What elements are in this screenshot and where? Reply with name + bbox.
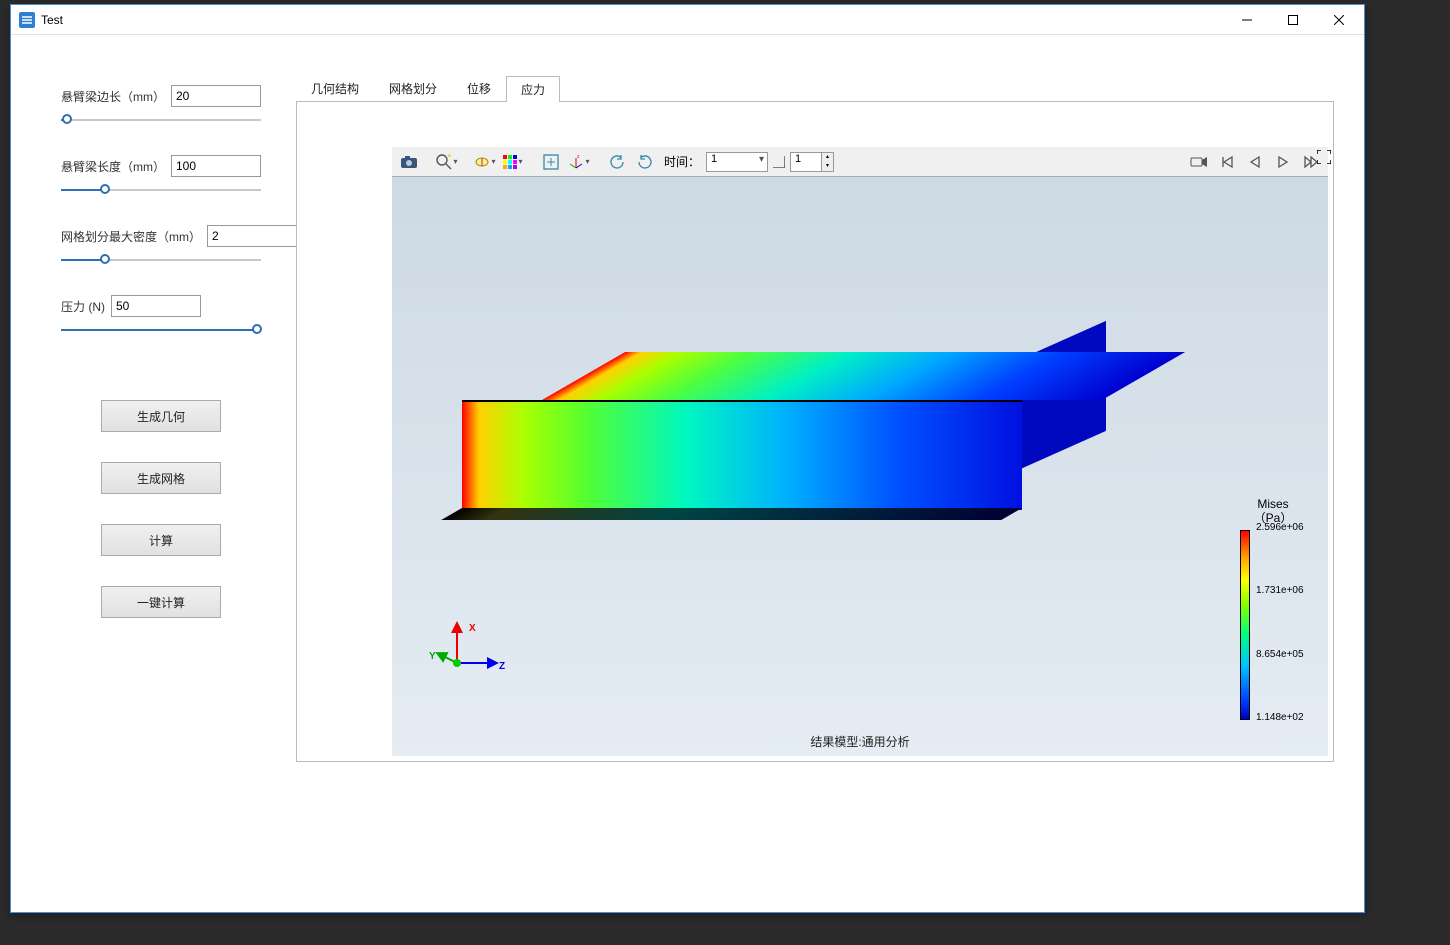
action-button-3[interactable]: 一键计算 xyxy=(101,586,221,618)
app-window: Test 悬臂梁边长（mm） 悬臂梁长度（mm） 网格划分最大密度（mm） 压力… xyxy=(10,4,1365,913)
axes-orient-icon[interactable]: z▾ xyxy=(566,150,592,174)
colorbar-tick: 1.148e+02 xyxy=(1256,713,1304,723)
fit-view-icon[interactable] xyxy=(538,150,564,174)
prev-frame-icon[interactable] xyxy=(1242,150,1268,174)
tab-1[interactable]: 网格划分 xyxy=(374,75,452,101)
first-frame-icon[interactable] xyxy=(1214,150,1240,174)
step-end-icon[interactable] xyxy=(770,150,788,174)
slider-2[interactable] xyxy=(61,253,261,267)
colorbar: Mises（Pa） 2.596e+061.731e+068.654e+051.1… xyxy=(1238,497,1308,720)
colormap-icon[interactable]: ▾ xyxy=(500,150,526,174)
zoom-icon[interactable]: ▾ xyxy=(434,150,460,174)
tab-2[interactable]: 位移 xyxy=(452,75,506,101)
field-input-1[interactable] xyxy=(171,155,261,177)
main-panel: 几何结构网格划分位移应力 ▾ ▾ ▾ z▾ 时间： 1 xyxy=(286,35,1364,912)
time-label: 时间： xyxy=(664,153,700,170)
slider-0[interactable] xyxy=(61,113,261,127)
field-input-2[interactable] xyxy=(207,225,297,247)
beam-model xyxy=(462,352,1062,522)
section-icon[interactable]: ▾ xyxy=(472,150,498,174)
close-button[interactable] xyxy=(1316,5,1362,35)
maximize-button[interactable] xyxy=(1270,5,1316,35)
step-spinner[interactable]: 1▴▾ xyxy=(790,152,834,172)
tabbar: 几何结构网格划分位移应力 xyxy=(296,75,1334,102)
sidebar: 悬臂梁边长（mm） 悬臂梁长度（mm） 网格划分最大密度（mm） 压力 (N) … xyxy=(11,35,286,912)
svg-text:z: z xyxy=(577,154,580,160)
action-button-1[interactable]: 生成网格 xyxy=(101,462,221,494)
minimize-button[interactable] xyxy=(1224,5,1270,35)
field-label: 压力 (N) xyxy=(61,298,105,315)
slider-1[interactable] xyxy=(61,183,261,197)
field-input-3[interactable] xyxy=(111,295,201,317)
tab-0[interactable]: 几何结构 xyxy=(296,75,374,101)
field-label: 悬臂梁长度（mm） xyxy=(61,158,165,175)
rotate-cw-icon[interactable] xyxy=(632,150,658,174)
field-label: 网格划分最大密度（mm） xyxy=(61,228,201,245)
play-icon[interactable] xyxy=(1270,150,1296,174)
colorbar-tick: 2.596e+06 xyxy=(1256,523,1304,533)
snapshot-icon[interactable] xyxy=(396,150,422,174)
result-label: 结果模型:通用分析 xyxy=(392,733,1328,750)
action-button-0[interactable]: 生成几何 xyxy=(101,400,221,432)
slider-3[interactable] xyxy=(61,323,261,337)
colorbar-tick: 1.731e+06 xyxy=(1256,586,1304,596)
app-icon xyxy=(19,12,35,28)
viewport-panel: ▾ ▾ ▾ z▾ 时间： 1 1▴▾ xyxy=(296,102,1334,762)
colorbar-tick: 8.654e+05 xyxy=(1256,650,1304,660)
3d-viewport[interactable]: X Y Z Mises（Pa） 2.596e+061.731e+068.654e… xyxy=(392,177,1328,756)
window-title: Test xyxy=(41,13,1224,27)
titlebar: Test xyxy=(11,5,1364,35)
viewer-toolbar: ▾ ▾ ▾ z▾ 时间： 1 1▴▾ xyxy=(392,147,1328,177)
fullscreen-icon[interactable] xyxy=(1317,150,1331,164)
action-button-2[interactable]: 计算 xyxy=(101,524,221,556)
field-label: 悬臂梁边长（mm） xyxy=(61,88,165,105)
tab-3[interactable]: 应力 xyxy=(506,76,560,102)
rotate-ccw-icon[interactable] xyxy=(604,150,630,174)
field-input-0[interactable] xyxy=(171,85,261,107)
record-icon[interactable] xyxy=(1186,150,1212,174)
time-combo[interactable]: 1 xyxy=(706,152,768,172)
